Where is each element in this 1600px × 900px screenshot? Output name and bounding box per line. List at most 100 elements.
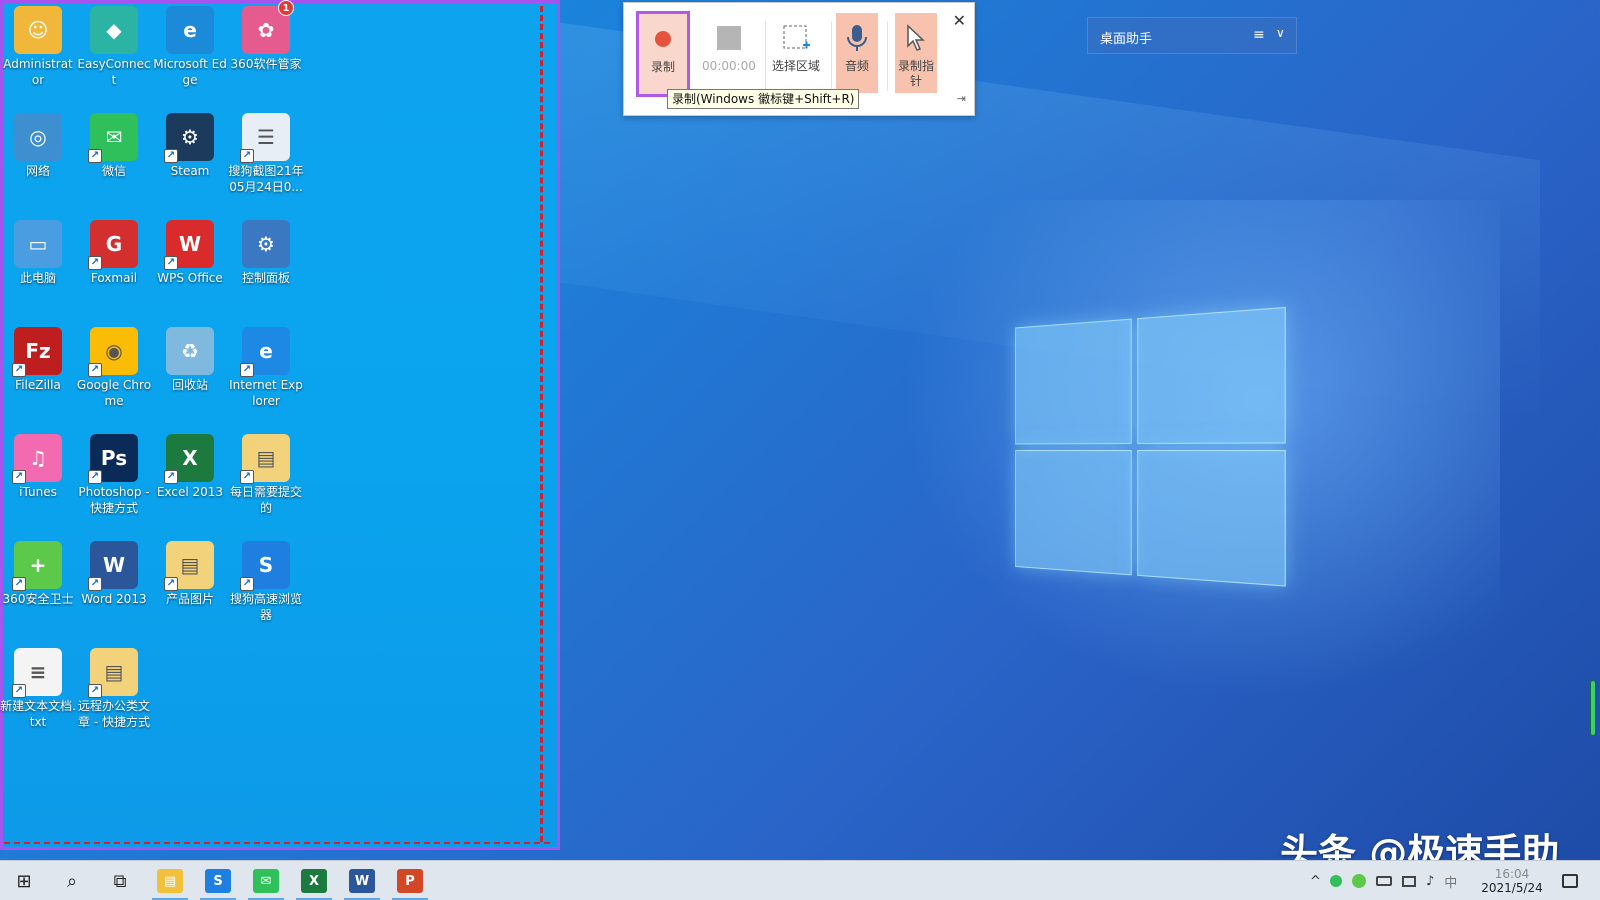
desktop-icon[interactable]: ◎ 网络 <box>0 109 76 179</box>
shortcut-arrow-icon: ↗ <box>88 149 102 163</box>
desktop-icon[interactable]: W ↗ WPS Office <box>152 216 228 286</box>
desktop-icon[interactable]: Fz ↗ FileZilla <box>0 323 76 393</box>
tray-overflow-button[interactable]: ^ <box>1310 861 1321 900</box>
app-icon: Fz ↗ <box>12 327 62 377</box>
icon-glyph: G <box>105 232 123 256</box>
desktop-icon-label: Word 2013 <box>81 592 147 606</box>
shortcut-arrow-icon: ↗ <box>164 470 178 484</box>
desktop-icon-label: 产品图片 <box>165 592 214 606</box>
taskbar-app-word[interactable]: W <box>338 861 386 900</box>
sogou-browser-icon: S <box>205 869 231 893</box>
close-icon[interactable]: ✕ <box>953 11 966 30</box>
record-label: 录制 <box>650 60 675 74</box>
desktop-icon-label: Administrator <box>3 57 73 87</box>
desktop-icon[interactable]: ✉ ↗ 微信 <box>76 109 152 179</box>
logo-pane <box>1015 450 1132 576</box>
security-tray-icon[interactable] <box>1352 874 1366 888</box>
selection-dashed-edge[interactable] <box>540 6 543 842</box>
desktop-icon[interactable]: ▤ ↗ 每日需要提交的 <box>228 430 304 516</box>
desktop-icon[interactable]: Ps ↗ Photoshop - 快捷方式 <box>76 430 152 516</box>
app-icon: ≡ ↗ <box>12 648 62 698</box>
record-button[interactable]: 录制 <box>636 11 690 97</box>
desktop-icon[interactable]: ♫ ↗ iTunes <box>0 430 76 500</box>
record-pointer-button[interactable]: 录制指针 <box>895 13 937 93</box>
shortcut-arrow-icon: ↗ <box>88 256 102 270</box>
start-button[interactable]: ⊞ <box>2 861 46 900</box>
desktop-icon[interactable]: ◆ EasyConnect <box>76 2 152 88</box>
desktop-icon[interactable]: + ↗ 360安全卫士 <box>0 537 76 607</box>
app-icon: ☺ <box>14 6 62 54</box>
clock-time: 16:04 <box>1494 867 1530 881</box>
app-icon: e <box>166 6 214 54</box>
taskbar-app-excel[interactable]: X <box>290 861 338 900</box>
menu-icon[interactable]: ≡ <box>1253 27 1265 43</box>
search-button[interactable]: ⌕ <box>50 861 94 900</box>
desktop-icon[interactable]: ☰ ↗ 搜狗截图21年05月24日0... <box>228 109 304 195</box>
shortcut-arrow-icon: ↗ <box>88 684 102 698</box>
side-scroll-indicator[interactable] <box>1590 680 1596 736</box>
shortcut-arrow-icon: ↗ <box>240 470 254 484</box>
desktop-icon[interactable]: ♻ 回收站 <box>152 323 228 393</box>
desktop-icon[interactable]: e ↗ Internet Explorer <box>228 323 304 409</box>
network-tray-icon[interactable] <box>1376 876 1392 886</box>
pin-icon[interactable]: ⇥ <box>957 92 966 105</box>
assistant-title: 桌面助手 <box>1100 32 1153 47</box>
app-icon: ▤ ↗ <box>88 648 138 698</box>
desktop-icon-label: 搜狗高速浏览器 <box>229 592 302 622</box>
taskbar-app-wechat[interactable]: ✉ <box>242 861 290 900</box>
app-icon: ✿ 1 <box>242 0 294 54</box>
select-region-button[interactable]: 选择区域 <box>767 13 825 93</box>
desktop-icon-label: Internet Explorer <box>229 378 303 408</box>
stop-button[interactable]: 00:00:00 <box>699 13 759 93</box>
desktop-icon-label: Google Chrome <box>76 378 152 408</box>
desktop-icon-label: 每日需要提交的 <box>229 485 302 515</box>
shortcut-arrow-icon: ↗ <box>88 470 102 484</box>
icon-glyph: W <box>102 553 126 577</box>
desktop-icon-label: 远程办公类文章 - 快捷方式 <box>77 699 150 729</box>
desktop-icon[interactable]: ▭ 此电脑 <box>0 216 76 286</box>
icon-glyph: e <box>259 339 273 363</box>
icon-glyph: ♻ <box>181 339 199 363</box>
audio-button[interactable]: 音频 <box>836 13 878 93</box>
desktop-icon[interactable]: ▤ ↗ 产品图片 <box>152 537 228 607</box>
selection-dashed-bottom-edge[interactable] <box>4 842 550 844</box>
taskbar-app-powerpoint[interactable]: P <box>386 861 434 900</box>
app-icon: ▤ ↗ <box>240 434 290 484</box>
chevron-down-icon[interactable]: ∨ <box>1276 26 1285 40</box>
app-icon: ◉ ↗ <box>88 327 138 377</box>
desktop-icon[interactable]: X ↗ Excel 2013 <box>152 430 228 500</box>
search-icon: ⌕ <box>66 870 78 892</box>
desktop-icon[interactable]: e Microsoft Edge <box>152 2 228 88</box>
icon-glyph: Ps <box>100 446 128 470</box>
separator <box>887 21 888 91</box>
display-tray-icon[interactable] <box>1402 875 1416 887</box>
desktop-icon-label: 360安全卫士 <box>2 592 74 606</box>
desktop-icon[interactable]: ⚙ 控制面板 <box>228 216 304 286</box>
desktop-icon[interactable]: G ↗ Foxmail <box>76 216 152 286</box>
desktop-icon-label: Excel 2013 <box>156 485 224 499</box>
wechat-tray-icon[interactable] <box>1330 875 1342 887</box>
taskbar-app-file-explorer[interactable]: ▤ <box>146 861 194 900</box>
desktop-icon[interactable]: ⚙ ↗ Steam <box>152 109 228 179</box>
desktop-icon[interactable]: ☺ Administrator <box>0 2 76 88</box>
icon-glyph: e <box>183 18 197 42</box>
taskbar-app-sogou-browser[interactable]: S <box>194 861 242 900</box>
pointer-label: 录制指针 <box>897 59 934 88</box>
desktop-assistant-widget[interactable]: 桌面助手 ≡ ∨ <box>1087 17 1297 54</box>
desktop-icon[interactable]: ≡ ↗ 新建文本文档.txt <box>0 644 76 730</box>
task-view-button[interactable]: ⧉ <box>98 861 142 900</box>
ime-indicator[interactable]: 中 <box>1444 872 1457 891</box>
desktop-icon[interactable]: S ↗ 搜狗高速浏览器 <box>228 537 304 623</box>
desktop-icon[interactable]: W ↗ Word 2013 <box>76 537 152 607</box>
app-icon: ◎ <box>14 113 62 161</box>
desktop-icon[interactable]: ◉ ↗ Google Chrome <box>76 323 152 409</box>
desktop-icon-label: 搜狗截图21年05月24日0... <box>228 164 304 194</box>
desktop-icon[interactable]: ✿ 1 360软件管家 <box>228 0 304 72</box>
volume-tray-icon[interactable]: ♪ <box>1426 874 1434 889</box>
icon-glyph: ⚙ <box>181 125 199 149</box>
desktop-icon[interactable]: ▤ ↗ 远程办公类文章 - 快捷方式 <box>76 644 152 730</box>
shortcut-arrow-icon: ↗ <box>240 149 254 163</box>
system-clock[interactable]: 16:04 2021/5/24 <box>1472 867 1552 895</box>
notification-button[interactable] <box>1548 861 1592 900</box>
icon-glyph: ☰ <box>257 125 275 149</box>
